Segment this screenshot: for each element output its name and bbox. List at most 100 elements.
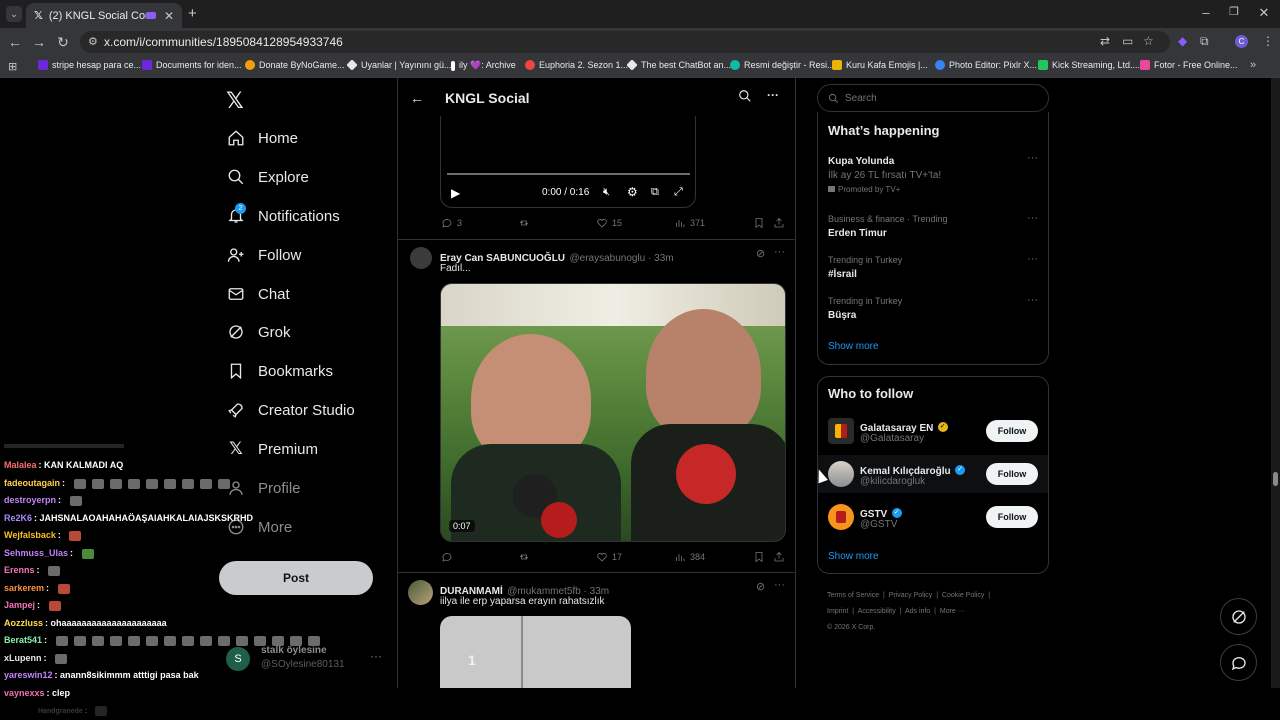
nav-notifications[interactable]: 2 Notifications — [226, 202, 340, 230]
views-button[interactable]: 371 — [674, 217, 705, 229]
back-icon[interactable]: ← — [6, 34, 24, 50]
grok-icon[interactable]: ⊘ — [756, 247, 765, 260]
browser-tab-active[interactable]: 𝕏 (2) KNGL Social Community ✕ — [26, 3, 182, 28]
mute-icon[interactable]: 🔇︎ — [603, 186, 610, 199]
search-icon[interactable] — [738, 89, 752, 108]
video-progress-bar[interactable] — [447, 173, 690, 175]
nav-explore[interactable]: Explore — [226, 163, 309, 191]
bookmark-item[interactable]: Fotor - Free Online... — [1140, 60, 1238, 70]
trend-item[interactable]: Trending in Turkey Büşra ··· — [818, 292, 1048, 324]
restore-window-icon[interactable]: ❐ — [1224, 5, 1244, 18]
bookmark-item[interactable]: Euphoria 2. Sezon 1... — [525, 60, 628, 70]
close-window-icon[interactable]: ✕ — [1254, 5, 1274, 21]
extensions-puzzle-icon[interactable]: ⧉ — [1200, 34, 1209, 49]
bookmark-item[interactable]: stripe hesap para ce... — [38, 60, 141, 70]
avatar[interactable] — [410, 247, 432, 269]
grok-icon[interactable]: ⊘ — [756, 580, 765, 593]
site-info-icon[interactable]: ⚙ — [88, 35, 98, 48]
x-home-logo[interactable]: 𝕏 — [226, 88, 244, 114]
browser-menu-icon[interactable]: ⋮ — [1262, 34, 1274, 48]
page-scrollbar[interactable] — [1271, 78, 1280, 688]
nav-premium[interactable]: 𝕏 Premium — [226, 435, 318, 463]
show-more-link[interactable]: Show more — [828, 551, 879, 562]
bookmark-item[interactable]: Uyanlar | Yayınını gü... — [346, 59, 452, 71]
more-options-icon[interactable]: ··· — [767, 88, 779, 102]
address-bar[interactable]: ⚙ x.com/i/communities/189508412895493374… — [80, 31, 1170, 53]
more-options-icon[interactable]: ··· — [1027, 294, 1038, 306]
tab-search-button[interactable]: ⌄ — [6, 6, 22, 22]
show-more-link[interactable]: Show more — [828, 341, 879, 352]
avatar[interactable] — [408, 580, 433, 605]
settings-gear-icon[interactable]: ⚙ — [627, 185, 638, 199]
reload-icon[interactable]: ↻ — [54, 34, 72, 50]
bookmark-item[interactable]: The best ChatBot an... — [626, 59, 731, 71]
post-button[interactable]: Post — [219, 561, 373, 595]
translate-icon[interactable]: ⇄ — [1100, 34, 1110, 48]
repost-button[interactable] — [518, 217, 534, 229]
search-input[interactable]: Search — [817, 84, 1049, 112]
footer-link-more[interactable]: More ··· — [940, 608, 965, 615]
nav-creator-studio[interactable]: Creator Studio — [226, 396, 355, 424]
follow-button[interactable]: Follow — [986, 463, 1038, 485]
cast-icon[interactable]: ▭ — [1122, 34, 1133, 48]
nav-grok[interactable]: Grok — [226, 318, 291, 346]
nav-bookmarks[interactable]: Bookmarks — [226, 357, 333, 385]
nav-follow[interactable]: Follow — [226, 241, 301, 269]
bookmark-item[interactable]: Kick Streaming, Ltd.... — [1038, 60, 1140, 70]
like-button[interactable]: 17 — [596, 551, 622, 563]
more-options-icon[interactable]: ··· — [774, 579, 785, 591]
more-options-icon[interactable]: ··· — [370, 649, 382, 663]
chat-floating-button[interactable] — [1220, 644, 1257, 681]
follow-button[interactable]: Follow — [986, 506, 1038, 528]
bookmark-star-icon[interactable]: ☆ — [1143, 34, 1154, 48]
bookmark-item[interactable]: Documents for iden... — [142, 60, 242, 70]
more-bookmarks-icon[interactable]: » — [1250, 59, 1256, 71]
more-options-icon[interactable]: ··· — [1027, 253, 1038, 265]
footer-link-ads-info[interactable]: Ads info — [905, 608, 930, 615]
follow-button[interactable]: Follow — [986, 420, 1038, 442]
bookmark-item[interactable]: Photo Editor: Pixlr X... — [935, 60, 1037, 70]
video-player[interactable]: ▶ 0:00 / 0:16 🔇︎ ⚙ ⧉ ⤢ — [440, 116, 696, 208]
nav-home[interactable]: Home — [226, 124, 298, 152]
repost-button[interactable] — [518, 551, 534, 563]
bookmark-folder[interactable]: Kuru Kafa Emojis |... — [832, 60, 928, 70]
bookmark-item[interactable]: ily 💜: Archive — [451, 60, 516, 71]
follow-suggestion[interactable]: Galatasaray EN ✓ @Galatasaray Follow — [818, 413, 1048, 451]
extension-icon[interactable]: ◆ — [1178, 34, 1187, 48]
footer-link-imprint[interactable]: Imprint — [827, 608, 848, 615]
back-arrow-icon[interactable]: ← — [410, 90, 424, 106]
close-tab-icon[interactable]: ✕ — [164, 9, 174, 23]
share-button[interactable] — [773, 551, 789, 563]
reply-button[interactable] — [441, 551, 457, 563]
grok-floating-button[interactable] — [1220, 598, 1257, 635]
more-options-icon[interactable]: ··· — [1027, 212, 1038, 224]
post-video[interactable]: 0:07 — [440, 283, 786, 542]
minimize-window-icon[interactable]: – — [1196, 5, 1216, 20]
bookmark-item[interactable]: Donate ByNoGame... — [245, 60, 345, 70]
trend-item[interactable]: Kupa Yolunda İlk ay 26 TL fırsatı TV+'ta… — [818, 152, 1048, 194]
scrollbar-thumb[interactable] — [1273, 472, 1278, 486]
share-button[interactable] — [773, 217, 789, 229]
bookmark-item[interactable]: Resmi değiştir - Resi... — [730, 60, 835, 70]
account-switcher[interactable]: S stalk öylesine @SOylesine80131 ··· — [226, 643, 382, 677]
nav-profile[interactable]: Profile — [226, 474, 301, 502]
play-icon[interactable]: ▶ — [451, 186, 460, 200]
like-button[interactable]: 15 — [596, 217, 622, 229]
bookmark-button[interactable] — [753, 551, 769, 563]
apps-grid-icon[interactable]: ⊞ — [8, 60, 17, 73]
reply-button[interactable]: 3 — [441, 217, 462, 229]
new-tab-button[interactable]: + — [188, 5, 197, 22]
profile-avatar[interactable]: C — [1235, 35, 1248, 48]
post-image[interactable]: 1 — [440, 616, 631, 688]
more-options-icon[interactable]: ··· — [1027, 152, 1038, 164]
footer-link-cookie[interactable]: Cookie Policy — [942, 592, 984, 599]
trend-item[interactable]: Business & finance · Trending Erden Timu… — [818, 210, 1048, 242]
more-options-icon[interactable]: ··· — [774, 246, 785, 258]
trend-item[interactable]: Trending in Turkey #İsrail ··· — [818, 251, 1048, 283]
nav-chat[interactable]: Chat — [226, 280, 290, 308]
forward-icon[interactable]: → — [30, 34, 48, 50]
post-handle[interactable]: @eraysabunoglu · 33m — [569, 253, 673, 264]
footer-link-accessibility[interactable]: Accessibility — [858, 608, 896, 615]
follow-suggestion[interactable]: Kemal Kılıçdaroğlu ✓ @kilicdarogluk Foll… — [818, 455, 1048, 493]
footer-link-privacy[interactable]: Privacy Policy — [889, 592, 933, 599]
